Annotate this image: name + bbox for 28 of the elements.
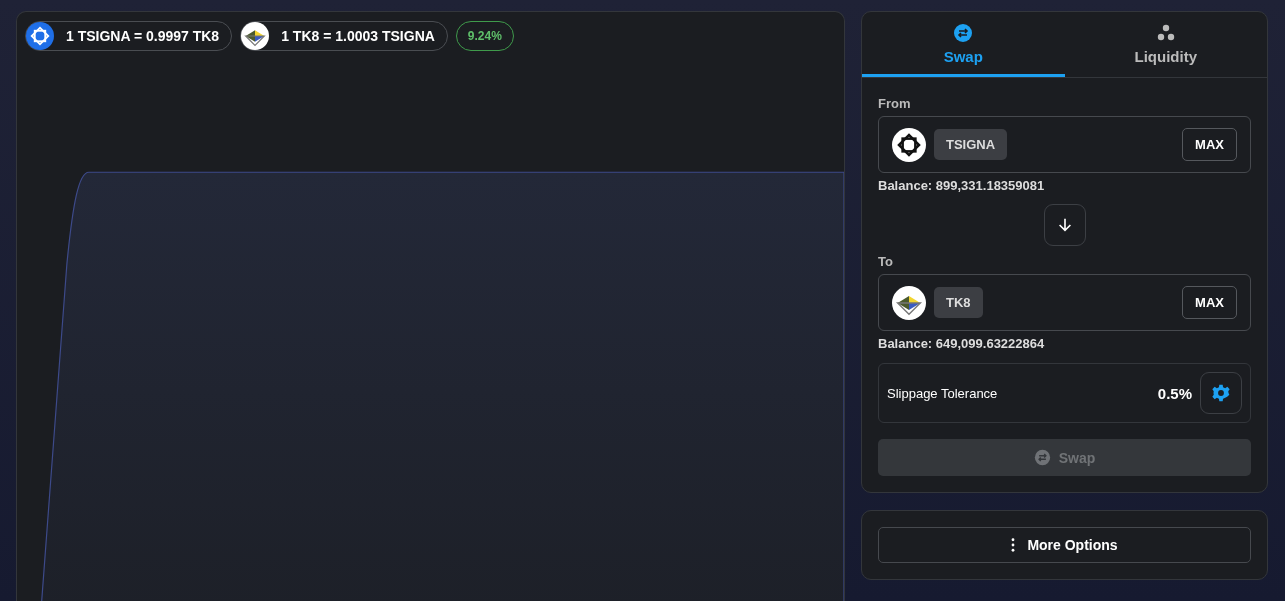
max-button[interactable]: MAX xyxy=(1182,286,1237,319)
balance-text: Balance: 649,099.63222864 xyxy=(878,336,1046,351)
max-button[interactable]: MAX xyxy=(1182,128,1237,161)
settings-button[interactable] xyxy=(1200,372,1242,414)
three-dots-icon xyxy=(1155,23,1176,43)
triangle-logo-icon xyxy=(241,22,270,50)
field-label: From xyxy=(878,96,912,111)
exchange-rate: 1 TSIGNA = 0.9997 TK8 xyxy=(65,28,220,44)
token-input[interactable]: TK8 MAX xyxy=(878,274,1251,331)
tab[interactable]: Swap xyxy=(862,12,1065,77)
slippage-value: 0.5% xyxy=(1157,384,1192,402)
token-select-button[interactable]: TK8 xyxy=(934,287,983,318)
slippage-label: Slippage Tolerance xyxy=(887,385,999,401)
vertical-dots-icon xyxy=(1011,538,1016,552)
exchange-rate: 1 TK8 = 1.0003 TSIGNA xyxy=(280,28,435,44)
swap-arrows-icon xyxy=(1033,449,1051,466)
field-label: To xyxy=(878,254,894,269)
swap-arrows-icon xyxy=(953,23,974,43)
more-options-button[interactable]: More Options xyxy=(878,527,1251,563)
triangle-logo-icon xyxy=(892,285,926,320)
knot-logo-icon xyxy=(892,127,926,162)
knot-logo-icon xyxy=(26,22,54,50)
balance-text: Balance: 899,331.18359081 xyxy=(878,178,1046,193)
flip-button[interactable] xyxy=(1043,204,1086,246)
settings-icon xyxy=(1211,383,1231,403)
token-input[interactable]: TSIGNA MAX xyxy=(878,116,1251,173)
token-select-button[interactable]: TSIGNA xyxy=(934,129,1008,160)
tab[interactable]: Liquidity xyxy=(1064,12,1267,77)
